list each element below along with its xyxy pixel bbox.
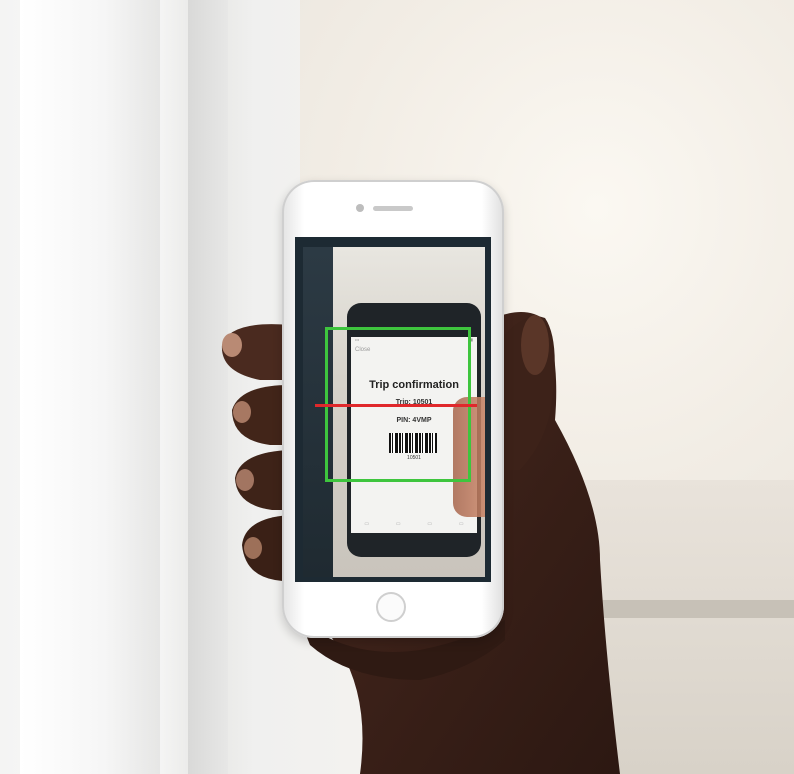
earpiece-speaker [373, 206, 413, 211]
home-button[interactable] [376, 592, 406, 622]
smartphone: ••• ▮ Close Trip confirmation Trip: 1050… [282, 180, 504, 638]
phone-screen: ••• ▮ Close Trip confirmation Trip: 1050… [295, 237, 491, 582]
front-camera [356, 204, 364, 212]
scanned-toolbar: ▭ ▭ ▭ ▭ [364, 521, 464, 527]
scan-line [315, 404, 477, 407]
